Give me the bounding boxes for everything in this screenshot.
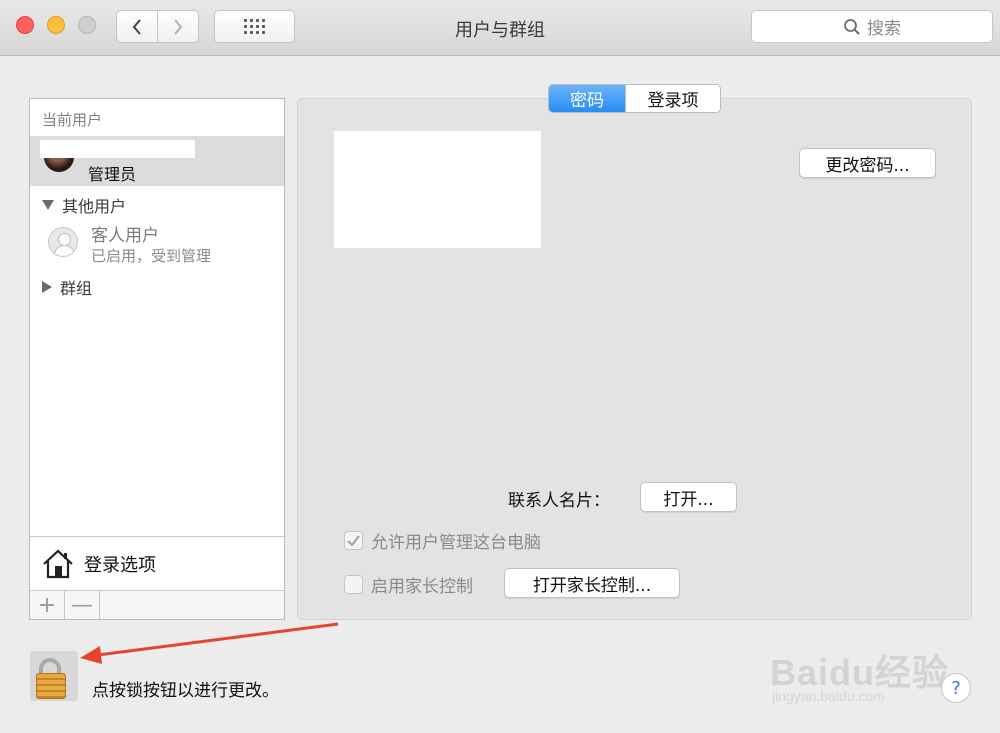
- user-picture-redacted: [334, 131, 541, 248]
- login-options-label: 登录选项: [84, 555, 156, 576]
- guest-avatar-icon: [48, 227, 78, 257]
- other-users-label: 其他用户: [62, 197, 127, 216]
- lock-message: 点按锁按钮以进行更改。: [92, 681, 279, 701]
- title-bar: 用户与群组 搜索: [0, 0, 1000, 56]
- house-icon: [43, 549, 73, 579]
- help-icon: ?: [951, 677, 961, 699]
- redacted-user-name: [40, 140, 195, 158]
- search-placeholder: 搜索: [867, 19, 901, 39]
- parental-controls-row: 启用家长控制: [344, 572, 473, 597]
- allow-admin-row: 允许用户管理这台电脑: [344, 528, 541, 553]
- help-button[interactable]: ?: [941, 673, 971, 703]
- other-users-header[interactable]: 其他用户: [42, 193, 126, 217]
- login-options-item[interactable]: 登录选项: [30, 536, 284, 591]
- user-row-admin[interactable]: 管理员: [30, 136, 284, 186]
- guest-user-name[interactable]: 客人用户: [91, 221, 159, 246]
- tab-bar: 密码 登录项: [548, 84, 721, 113]
- disclosure-right-icon: [42, 281, 52, 293]
- checkmark-icon: [347, 535, 360, 546]
- remove-user-button[interactable]: —: [65, 591, 100, 619]
- parental-controls-label: 启用家长控制: [371, 577, 473, 597]
- add-user-button[interactable]: +: [30, 591, 65, 619]
- sidebar-toolbar: + —: [29, 590, 285, 620]
- groups-label: 群组: [60, 279, 93, 298]
- parental-controls-checkbox[interactable]: [344, 575, 363, 594]
- current-users-header: 当前用户: [42, 111, 103, 129]
- allow-admin-checkbox[interactable]: [344, 531, 363, 550]
- lock-body: [36, 673, 66, 699]
- change-password-button[interactable]: 更改密码...: [799, 148, 936, 178]
- search-icon: [844, 18, 860, 35]
- open-contact-card-button[interactable]: 打开...: [640, 482, 737, 512]
- tab-login-items[interactable]: 登录项: [625, 85, 720, 112]
- watermark-url: jingyan.baidu.com: [772, 688, 885, 704]
- tab-password[interactable]: 密码: [549, 85, 625, 112]
- open-parental-controls-button[interactable]: 打开家长控制...: [504, 568, 680, 598]
- allow-admin-label: 允许用户管理这台电脑: [371, 533, 541, 553]
- lock-button[interactable]: [30, 651, 78, 701]
- groups-header[interactable]: 群组: [42, 275, 92, 299]
- disclosure-down-icon: [42, 200, 54, 210]
- guest-user-status: 已启用，受到管理: [91, 247, 212, 265]
- search-field[interactable]: 搜索: [751, 10, 993, 43]
- users-sidebar: 当前用户 管理员 其他用户 客人用户 已启用，受到管理 群组 登录选项: [29, 98, 285, 620]
- user-role-label: 管理员: [88, 165, 137, 184]
- contact-card-label: 联系人名片：: [508, 491, 610, 511]
